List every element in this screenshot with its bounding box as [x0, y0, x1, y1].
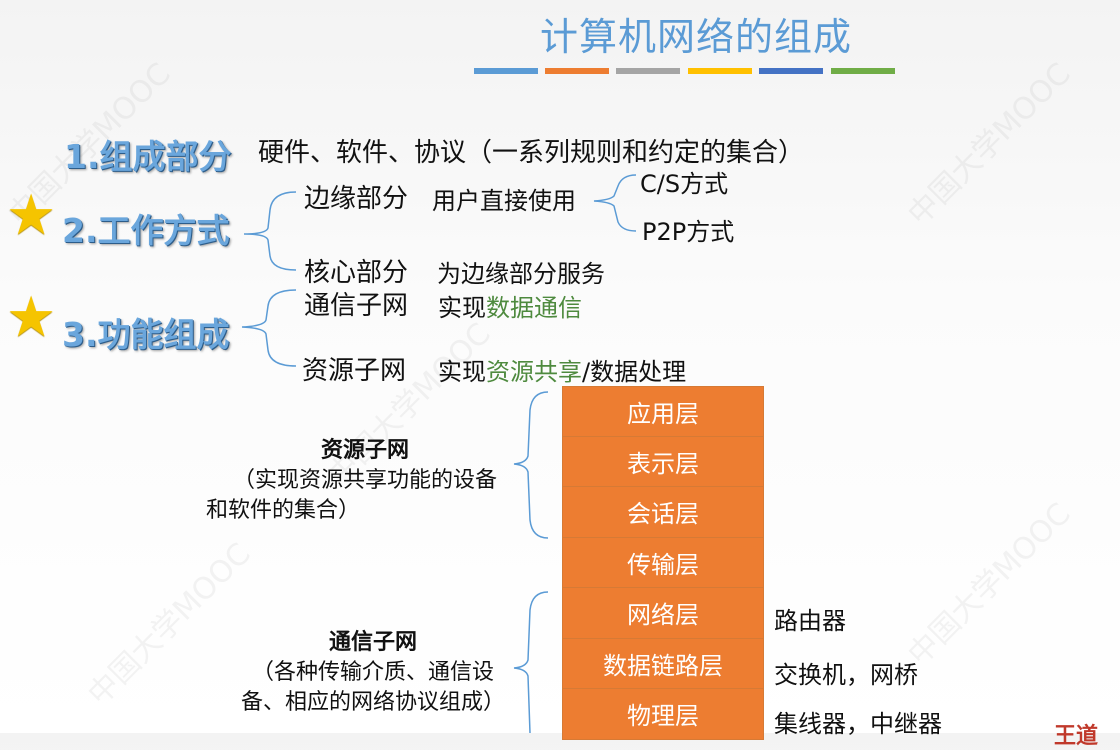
comm-block-title: 通信子网: [328, 630, 417, 655]
osi-layer-stack: 应用层 表示层 会话层 传输层 网络层 数据链路层 物理层: [562, 386, 764, 740]
network-layer-devices: 路由器: [774, 607, 846, 635]
comm-block-line2: 备、相应的网络协议组成）: [240, 690, 505, 715]
layer-datalink: 数据链路层: [562, 638, 764, 689]
corner-logo-text: 王道: [1054, 724, 1099, 749]
physical-layer-devices: 集线器，中继器: [774, 710, 942, 738]
resource-subnet-block: 资源子网 （实现资源共享功能的设备 和软件的集合）: [200, 436, 530, 526]
layer-network: 网络层: [562, 588, 764, 639]
comm-subnet-block: 通信子网 （各种传输介质、通信设 备、相应的网络协议组成）: [218, 628, 528, 718]
layer-session: 会话层: [562, 487, 764, 538]
section2-brace: [243, 191, 297, 271]
bracket-lines: [241, 174, 637, 734]
resource-block-line2: 和软件的集合）: [206, 498, 361, 523]
comm-block-line1: （各种传输介质、通信设: [251, 660, 494, 685]
modes-brace: [593, 174, 637, 232]
datalink-layer-devices: 交换机，网桥: [774, 661, 918, 689]
resource-block-title: 资源子网: [320, 438, 409, 463]
layer-transport: 传输层: [562, 537, 764, 588]
resource-block-line1: （实现资源共享功能的设备: [232, 468, 497, 493]
layer-presentation: 表示层: [562, 436, 764, 487]
layer-physical: 物理层: [562, 689, 764, 740]
layer-application: 应用层: [562, 386, 764, 437]
section3-brace: [241, 289, 297, 367]
